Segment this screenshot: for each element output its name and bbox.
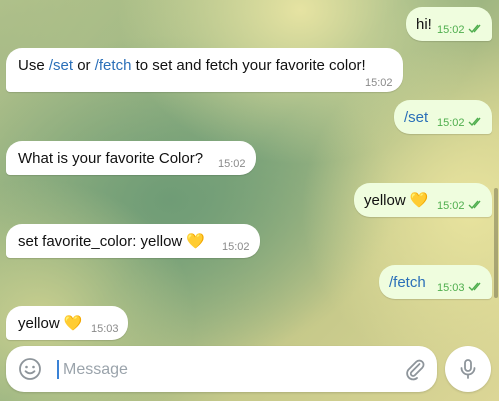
text-caret [57,360,59,379]
message-text: hi! [416,15,432,34]
message-bubble-incoming[interactable]: yellow 💛 15:03 [6,306,128,340]
message-time: 15:02 [437,200,465,212]
message-text: set favorite_color: yellow 💛 [18,232,205,251]
message-text-part: or [73,57,95,74]
voice-record-button[interactable] [445,346,491,392]
message-text: What is your favorite Color? [18,149,203,168]
message-bubble-outgoing[interactable]: hi! 15:02 [406,7,492,41]
emoji-icon[interactable] [18,357,42,381]
message-text: /set [404,108,428,127]
message-bubble-outgoing[interactable]: /fetch 15:03 [379,265,492,299]
double-check-icon [468,282,481,292]
double-check-icon [468,200,481,210]
message-composer: Message [6,346,437,392]
scrollbar-thumb[interactable] [494,188,498,298]
message-text-part: What is your favorite Color? [18,150,204,167]
paperclip-icon[interactable] [403,357,427,381]
message-time: 15:02 [222,241,250,253]
message-text-part: to set and fetch your favorite color! [131,57,366,74]
microphone-icon [460,359,476,379]
message-bubble-outgoing[interactable]: /set 15:02 [394,100,492,134]
message-bubble-incoming[interactable]: set favorite_color: yellow 💛 15:02 [6,224,260,258]
message-input[interactable]: Message [63,360,128,379]
message-text: yellow 💛 [364,191,429,210]
message-time: 15:02 [218,158,246,170]
message-bubble-incoming[interactable]: What is your favorite Color? 15:02 [6,141,256,175]
command-link-set[interactable]: /set [404,109,428,126]
message-bubble-incoming[interactable]: Use /set or /fetch to set and fetch your… [6,48,403,92]
message-time: 15:02 [365,77,393,89]
command-link-fetch[interactable]: /fetch [389,274,426,291]
message-text: yellow 💛 [18,314,83,333]
message-text-part: Use [18,57,49,74]
message-text: Use /set or /fetch to set and fetch your… [18,56,366,75]
message-text-part: yellow 💛 [364,192,429,209]
command-link-fetch[interactable]: /fetch [95,57,132,74]
message-time: 15:02 [437,117,465,129]
double-check-icon [468,24,481,34]
message-text-part: hi! [416,16,432,33]
message-time: 15:03 [91,323,119,335]
message-text: /fetch [389,273,426,292]
message-text-part: yellow 💛 [18,315,83,332]
command-link-set[interactable]: /set [49,57,73,74]
message-time: 15:02 [437,24,465,36]
message-bubble-outgoing[interactable]: yellow 💛 15:02 [354,183,492,217]
message-text-part: set favorite_color: yellow 💛 [18,233,206,250]
message-time: 15:03 [437,282,465,294]
double-check-icon [468,117,481,127]
